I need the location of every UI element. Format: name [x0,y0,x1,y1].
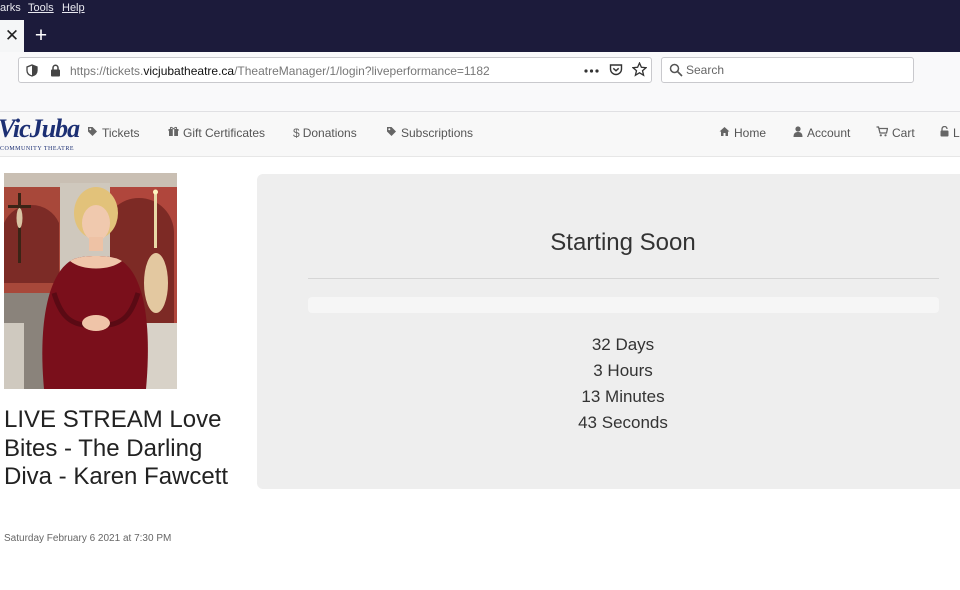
url-bar[interactable]: https://tickets.vicjubatheatre.ca/Theatr… [18,57,652,83]
gift-icon [168,126,179,136]
search-input[interactable] [686,62,906,78]
menu-tools[interactable]: Tools [28,2,54,14]
logo-text: VicJuba [0,114,80,143]
event-title: LIVE STREAM Love Bites - The Darling Div… [4,406,229,490]
event-poster-image [4,173,177,389]
nav-login[interactable]: L [940,126,960,140]
browser-toolbar: https://tickets.vicjubatheatre.ca/Theatr… [0,52,960,112]
event-date: Saturday February 6 2021 at 7:30 PM [4,533,172,544]
new-tab-button[interactable]: + [30,20,52,52]
site-navbar: VicJuba COMMUNITY THEATRE Tickets Gift C… [0,112,960,157]
divider [308,278,939,279]
browser-search-bar[interactable] [661,57,914,83]
search-icon [669,63,683,77]
nav-cart[interactable]: Cart [876,126,915,140]
countdown-hours: 3 Hours [593,361,653,380]
tag-icon [387,127,396,136]
nav-gift-certificates[interactable]: Gift Certificates [168,126,265,140]
lock-icon [940,126,949,137]
menu-help[interactable]: Help [62,2,85,14]
browser-tabbar: ✕ + [0,20,960,52]
more-icon[interactable] [584,69,599,73]
browser-menubar: arks Tools Help [0,0,960,20]
nav-home[interactable]: Home [719,126,766,140]
bookmark-star-icon[interactable] [632,62,647,77]
home-icon [719,127,730,136]
pocket-icon[interactable] [609,63,623,77]
nav-donations[interactable]: $ Donations [293,126,357,140]
user-icon [793,126,803,137]
menu-bookmarks[interactable]: arks [0,2,21,14]
nav-subscriptions[interactable]: Subscriptions [386,126,473,140]
lock-icon[interactable] [50,64,61,77]
nav-tickets[interactable]: Tickets [87,126,140,140]
dollar-icon: $ [293,126,300,140]
countdown-days: 32 Days [591,335,655,354]
logo-subtext: COMMUNITY THEATRE [0,146,74,152]
cart-icon [876,126,888,137]
shield-icon[interactable] [26,64,38,77]
countdown-timer: 32 Days 3 Hours 13 Minutes 43 Seconds [257,332,960,436]
status-title: Starting Soon [550,229,696,256]
countdown-panel: Starting Soon 32 Days 3 Hours 13 Minutes… [257,174,960,489]
countdown-seconds: 43 Seconds [578,413,668,432]
tag-icon [88,127,97,136]
nav-account[interactable]: Account [793,126,850,140]
url-text[interactable]: https://tickets.vicjubatheatre.ca/Theatr… [70,64,490,78]
countdown-minutes: 13 Minutes [581,387,665,406]
start-progress-bar [308,297,939,313]
close-tab-icon[interactable]: ✕ [0,20,24,52]
site-logo[interactable]: VicJuba COMMUNITY THEATRE [0,114,80,154]
